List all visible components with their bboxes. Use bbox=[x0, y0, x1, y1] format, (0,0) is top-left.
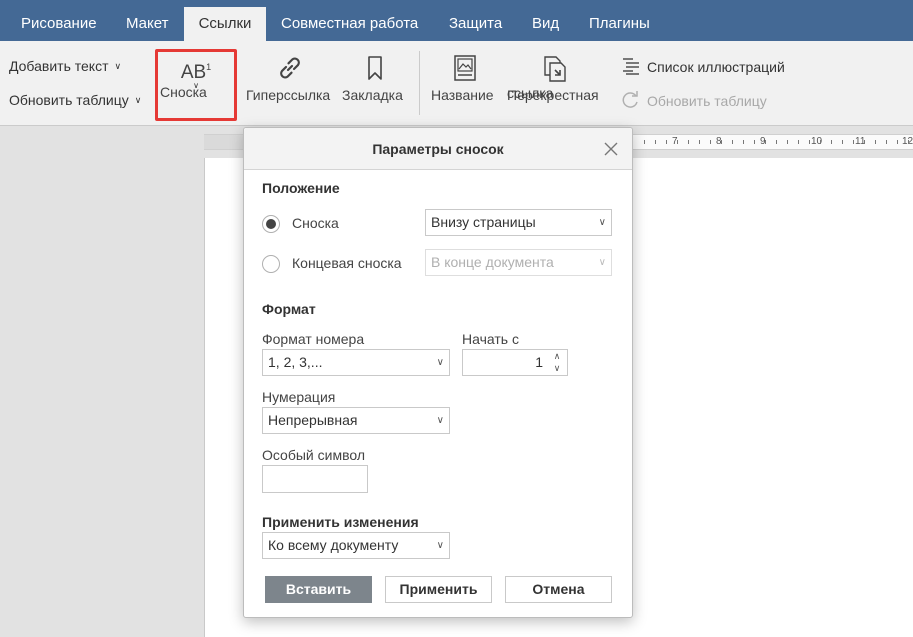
endnote-location-select[interactable]: В конце документа ∨ bbox=[425, 249, 612, 276]
ruler-tick bbox=[743, 140, 744, 144]
dialog-header: Параметры сносок bbox=[244, 128, 632, 170]
number-format-label: Формат номера bbox=[262, 331, 365, 347]
link-icon bbox=[280, 57, 300, 79]
ruler-tick bbox=[886, 140, 887, 144]
menu-tab-bar: Рисование Макет Ссылки Совместная работа… bbox=[0, 0, 913, 41]
ruler-tick bbox=[864, 140, 865, 144]
ruler-tick bbox=[875, 140, 876, 144]
ruler-tick bbox=[710, 140, 711, 144]
tab-references[interactable]: Ссылки bbox=[184, 7, 266, 41]
tab-view[interactable]: Вид bbox=[532, 0, 559, 41]
ruler-tick bbox=[776, 140, 777, 144]
cross-reference-button[interactable]: Перекрестная ссылка bbox=[507, 53, 601, 119]
apply-changes-section-title: Применить изменения bbox=[262, 514, 419, 530]
bookmark-label: Закладка bbox=[342, 87, 403, 103]
toolbar-divider bbox=[419, 51, 420, 115]
numbering-value: Непрерывная bbox=[268, 412, 358, 428]
number-format-value: 1, 2, 3,... bbox=[268, 354, 323, 370]
chevron-down-icon: ∨ bbox=[436, 357, 444, 368]
tab-layout[interactable]: Макет bbox=[126, 0, 168, 41]
tab-plugins[interactable]: Плагины bbox=[589, 0, 650, 41]
ruler-tick bbox=[897, 140, 898, 144]
numbering-select[interactable]: Непрерывная ∨ bbox=[262, 407, 450, 434]
refresh-icon bbox=[622, 91, 638, 108]
dialog-title: Параметры сносок bbox=[372, 141, 504, 157]
ruler-tick bbox=[908, 140, 909, 144]
cancel-button[interactable]: Отмена bbox=[505, 576, 612, 603]
update-table-button[interactable]: Обновить таблицу ∨ bbox=[9, 92, 141, 108]
hyperlink-label: Гиперссылка bbox=[246, 87, 331, 103]
tab-protection[interactable]: Защита bbox=[449, 0, 502, 41]
ruler-tick bbox=[754, 140, 755, 144]
tab-collaboration[interactable]: Совместная работа bbox=[281, 0, 418, 41]
endnote-radio[interactable] bbox=[262, 255, 280, 273]
add-text-label: Добавить текст bbox=[9, 58, 109, 74]
chevron-up-icon[interactable]: ∧ bbox=[551, 350, 563, 362]
ruler-tick bbox=[798, 140, 799, 144]
update-figures-table-button[interactable]: Обновить таблицу bbox=[621, 91, 767, 109]
ruler-margin bbox=[204, 135, 244, 149]
chevron-down-icon: ∨ bbox=[598, 257, 606, 268]
ruler-tick bbox=[842, 140, 843, 144]
ruler-tick bbox=[732, 140, 733, 144]
number-format-select[interactable]: 1, 2, 3,... ∨ bbox=[262, 349, 450, 376]
chevron-down-icon: ∨ bbox=[134, 95, 142, 105]
cross-reference-label-2: ссылка bbox=[507, 85, 554, 101]
footnote-location-value: Внизу страницы bbox=[431, 214, 536, 230]
footnote-highlight-box bbox=[155, 49, 237, 121]
footnote-radio[interactable] bbox=[262, 215, 280, 233]
chevron-down-icon: ∨ bbox=[114, 61, 122, 71]
ribbon-toolbar: Добавить текст ∨ Обновить таблицу ∨ AB1 Сн… bbox=[0, 41, 913, 126]
ruler-tick bbox=[820, 140, 821, 144]
close-icon[interactable] bbox=[602, 140, 620, 158]
apply-to-value: Ко всему документу bbox=[268, 537, 399, 553]
start-at-stepper[interactable]: 1 ∧ ∨ bbox=[462, 349, 568, 376]
list-icon bbox=[623, 58, 639, 75]
custom-mark-input[interactable] bbox=[262, 465, 368, 493]
ruler-tick bbox=[765, 140, 766, 144]
chevron-down-icon[interactable]: ∨ bbox=[551, 362, 563, 374]
cross-reference-icon bbox=[544, 56, 566, 82]
bookmark-button[interactable]: Закладка bbox=[342, 53, 408, 103]
chevron-down-icon: ∨ bbox=[598, 217, 606, 228]
ruler-tick bbox=[831, 140, 832, 144]
tab-drawing[interactable]: Рисование bbox=[21, 0, 97, 41]
format-section-title: Формат bbox=[262, 301, 316, 317]
footnote-settings-dialog: Параметры сносок Положение Сноска Внизу … bbox=[243, 127, 633, 618]
illustrations-list-button[interactable]: Список иллюстраций bbox=[621, 57, 785, 75]
footnote-radio-label: Сноска bbox=[292, 215, 339, 231]
chevron-down-icon: ∨ bbox=[436, 540, 444, 551]
endnote-location-value: В конце документа bbox=[431, 254, 554, 270]
ruler-tick bbox=[809, 140, 810, 144]
ruler-tick bbox=[666, 140, 667, 144]
ruler-tick bbox=[721, 140, 722, 144]
start-at-value: 1 bbox=[535, 354, 543, 370]
ruler-tick bbox=[853, 140, 854, 144]
ruler-tick bbox=[655, 140, 656, 144]
caption-label: Название bbox=[431, 87, 494, 103]
numbering-label: Нумерация bbox=[262, 389, 336, 405]
caption-button[interactable]: Название bbox=[431, 53, 499, 103]
endnote-radio-label: Концевая сноска bbox=[292, 255, 402, 271]
ruler-tick bbox=[699, 140, 700, 144]
start-at-label: Начать с bbox=[462, 331, 519, 347]
footnote-location-select[interactable]: Внизу страницы ∨ bbox=[425, 209, 612, 236]
ruler-tick bbox=[688, 140, 689, 144]
caption-icon bbox=[454, 55, 476, 81]
ruler-tick bbox=[677, 140, 678, 144]
add-text-button[interactable]: Добавить текст ∨ bbox=[9, 58, 121, 74]
bookmark-icon bbox=[368, 56, 382, 80]
ruler-tick bbox=[787, 140, 788, 144]
update-table-label: Обновить таблицу bbox=[9, 92, 129, 108]
position-section-title: Положение bbox=[262, 180, 340, 196]
custom-mark-label: Особый символ bbox=[262, 447, 365, 463]
apply-to-select[interactable]: Ко всему документу ∨ bbox=[262, 532, 450, 559]
chevron-down-icon: ∨ bbox=[436, 415, 444, 426]
illustrations-list-label: Список иллюстраций bbox=[647, 59, 785, 75]
hyperlink-button[interactable]: Гиперссылка bbox=[246, 53, 334, 103]
insert-button[interactable]: Вставить bbox=[265, 576, 372, 603]
ruler-tick bbox=[644, 140, 645, 144]
update-figures-table-label: Обновить таблицу bbox=[647, 93, 767, 109]
apply-button[interactable]: Применить bbox=[385, 576, 492, 603]
